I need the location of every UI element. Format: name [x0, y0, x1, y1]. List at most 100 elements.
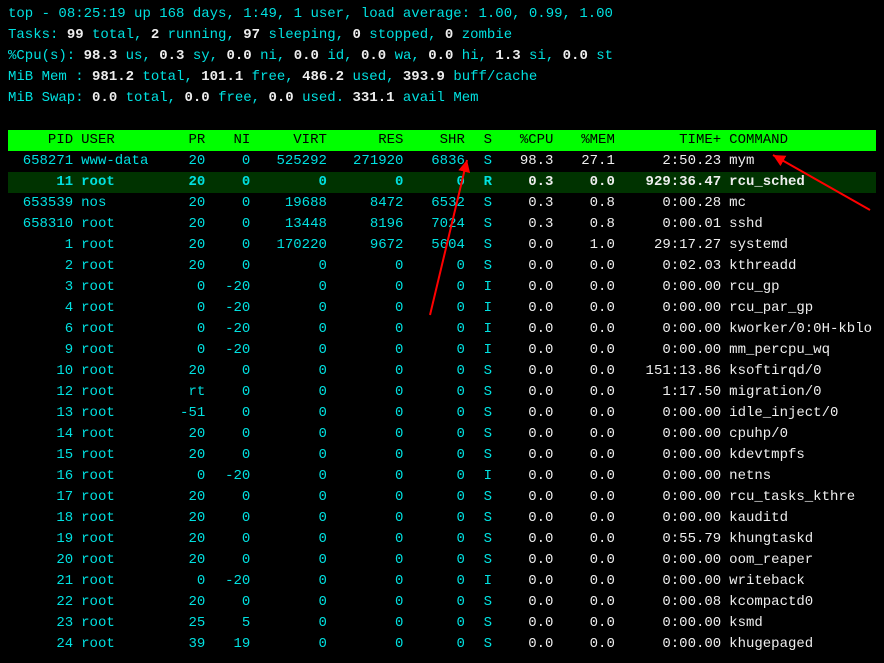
cell-pid: 653539: [8, 193, 77, 214]
cell-time: 0:00.00: [619, 487, 725, 508]
cell-cpu: 0.3: [496, 214, 557, 235]
col-command[interactable]: COMMAND: [725, 130, 876, 151]
cell-pid: 658271: [8, 151, 77, 172]
table-row[interactable]: 21root0-20000I0.00.00:00.00writeback: [8, 571, 876, 592]
table-row[interactable]: 11root200000R0.30.0929:36.47rcu_sched: [8, 172, 876, 193]
cell-time: 0:00.00: [619, 403, 725, 424]
cell-cmd: rcu_sched: [725, 172, 876, 193]
col-pid[interactable]: PID: [8, 130, 77, 151]
table-header-row[interactable]: PID USER PR NI VIRT RES SHR S %CPU %MEM …: [8, 130, 876, 151]
cell-cmd: idle_inject/0: [725, 403, 876, 424]
cell-time: 929:36.47: [619, 172, 725, 193]
cell-mem: 0.0: [557, 361, 618, 382]
cell-mem: 1.0: [557, 235, 618, 256]
cell-cpu: 0.0: [496, 340, 557, 361]
cell-shr: 0: [407, 445, 468, 466]
table-row[interactable]: 12rootrt0000S0.00.01:17.50migration/0: [8, 382, 876, 403]
table-row[interactable]: 24root3919000S0.00.00:00.00khugepaged: [8, 634, 876, 655]
table-row[interactable]: 14root200000S0.00.00:00.00cpuhp/0: [8, 424, 876, 445]
cell-user: root: [77, 487, 164, 508]
cell-user: root: [77, 613, 164, 634]
cell-cmd: kdevtmpfs: [725, 445, 876, 466]
col-state[interactable]: S: [469, 130, 496, 151]
cell-ni: 0: [209, 550, 254, 571]
cell-ni: 0: [209, 214, 254, 235]
cell-pid: 14: [8, 424, 77, 445]
table-row[interactable]: 4root0-20000I0.00.00:00.00rcu_par_gp: [8, 298, 876, 319]
col-pr[interactable]: PR: [164, 130, 209, 151]
cell-pid: 10: [8, 361, 77, 382]
table-row[interactable]: 658271www-data2005252922719206836S98.327…: [8, 151, 876, 172]
cell-ni: 0: [209, 256, 254, 277]
cell-time: 0:00.00: [619, 571, 725, 592]
table-row[interactable]: 18root200000S0.00.00:00.00kauditd: [8, 508, 876, 529]
cell-cpu: 0.0: [496, 592, 557, 613]
table-row[interactable]: 9root0-20000I0.00.00:00.00mm_percpu_wq: [8, 340, 876, 361]
col-cpu[interactable]: %CPU: [496, 130, 557, 151]
cell-pr: 20: [164, 487, 209, 508]
table-row[interactable]: 15root200000S0.00.00:00.00kdevtmpfs: [8, 445, 876, 466]
table-row[interactable]: 22root200000S0.00.00:00.08kcompactd0: [8, 592, 876, 613]
col-mem[interactable]: %MEM: [557, 130, 618, 151]
col-virt[interactable]: VIRT: [254, 130, 331, 151]
cell-virt: 0: [254, 256, 331, 277]
table-row[interactable]: 6root0-20000I0.00.00:00.00kworker/0:0H-k…: [8, 319, 876, 340]
cell-time: 151:13.86: [619, 361, 725, 382]
cell-pid: 18: [8, 508, 77, 529]
cell-ni: 0: [209, 508, 254, 529]
cell-ni: 0: [209, 151, 254, 172]
process-table[interactable]: PID USER PR NI VIRT RES SHR S %CPU %MEM …: [8, 130, 876, 655]
cell-s: S: [469, 508, 496, 529]
cell-time: 0:00.00: [619, 613, 725, 634]
table-row[interactable]: 20root200000S0.00.00:00.00oom_reaper: [8, 550, 876, 571]
table-row[interactable]: 19root200000S0.00.00:55.79khungtaskd: [8, 529, 876, 550]
cell-virt: 0: [254, 634, 331, 655]
cell-s: S: [469, 445, 496, 466]
cell-user: root: [77, 403, 164, 424]
cell-shr: 0: [407, 529, 468, 550]
table-row[interactable]: 1root20017022096725604S0.01.029:17.27sys…: [8, 235, 876, 256]
cell-res: 271920: [331, 151, 408, 172]
cell-pid: 1: [8, 235, 77, 256]
cell-cpu: 0.0: [496, 529, 557, 550]
col-time[interactable]: TIME+: [619, 130, 725, 151]
cell-cmd: oom_reaper: [725, 550, 876, 571]
cell-pr: 20: [164, 235, 209, 256]
cell-s: S: [469, 487, 496, 508]
cell-cmd: kauditd: [725, 508, 876, 529]
cell-shr: 0: [407, 340, 468, 361]
col-shr[interactable]: SHR: [407, 130, 468, 151]
table-row[interactable]: 658310root2001344881967024S0.30.80:00.01…: [8, 214, 876, 235]
table-row[interactable]: 17root200000S0.00.00:00.00rcu_tasks_kthr…: [8, 487, 876, 508]
table-row[interactable]: 10root200000S0.00.0151:13.86ksoftirqd/0: [8, 361, 876, 382]
cell-shr: 0: [407, 403, 468, 424]
cell-cmd: systemd: [725, 235, 876, 256]
table-row[interactable]: 13root-510000S0.00.00:00.00idle_inject/0: [8, 403, 876, 424]
cell-cpu: 0.0: [496, 361, 557, 382]
cell-cpu: 0.0: [496, 235, 557, 256]
cell-pid: 4: [8, 298, 77, 319]
cell-mem: 0.0: [557, 256, 618, 277]
table-row[interactable]: 23root255000S0.00.00:00.00ksmd: [8, 613, 876, 634]
cell-pr: 20: [164, 256, 209, 277]
col-user[interactable]: USER: [77, 130, 164, 151]
table-row[interactable]: 2root200000S0.00.00:02.03kthreadd: [8, 256, 876, 277]
cell-mem: 0.0: [557, 550, 618, 571]
table-row[interactable]: 3root0-20000I0.00.00:00.00rcu_gp: [8, 277, 876, 298]
cell-pr: 20: [164, 424, 209, 445]
table-row[interactable]: 16root0-20000I0.00.00:00.00netns: [8, 466, 876, 487]
cell-pid: 3: [8, 277, 77, 298]
cell-cmd: mym: [725, 151, 876, 172]
cell-cpu: 0.0: [496, 466, 557, 487]
cell-res: 0: [331, 403, 408, 424]
cell-res: 0: [331, 361, 408, 382]
cell-shr: 0: [407, 298, 468, 319]
table-row[interactable]: 653539nos2001968884726532S0.30.80:00.28m…: [8, 193, 876, 214]
col-res[interactable]: RES: [331, 130, 408, 151]
cell-time: 0:00.01: [619, 214, 725, 235]
cell-cmd: rcu_gp: [725, 277, 876, 298]
col-ni[interactable]: NI: [209, 130, 254, 151]
cell-time: 29:17.27: [619, 235, 725, 256]
cell-user: root: [77, 424, 164, 445]
cell-cpu: 0.0: [496, 487, 557, 508]
